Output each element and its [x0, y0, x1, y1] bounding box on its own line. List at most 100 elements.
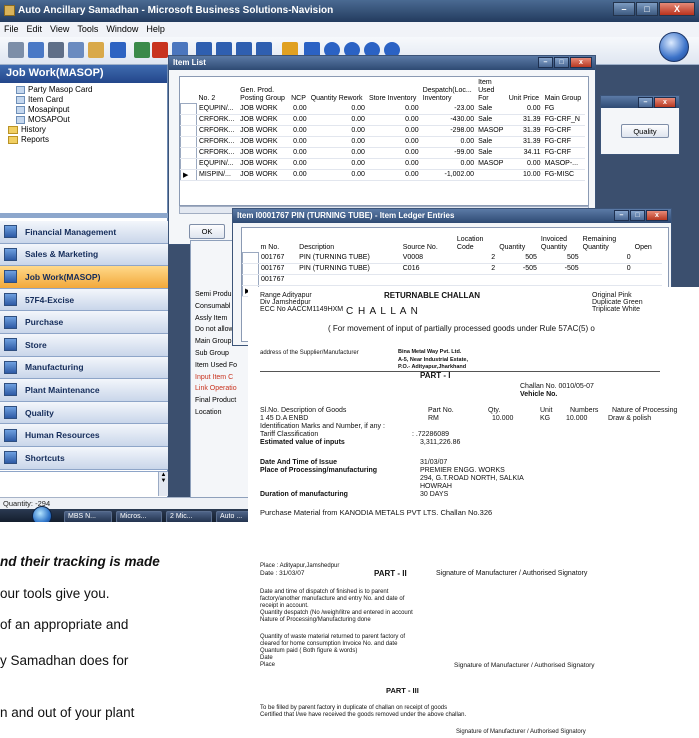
row-selector[interactable]: [180, 113, 197, 126]
row-selector[interactable]: [180, 146, 197, 159]
module-purchase[interactable]: Purchase: [0, 311, 168, 334]
col-item-used-for[interactable]: Item Used For: [476, 77, 507, 103]
cell-despatch: 0.00: [420, 136, 477, 148]
tree-item-mosapinput[interactable]: Mosapinput: [8, 105, 167, 115]
window-titlebar[interactable]: Auto Ancillary Samadhan - Microsoft Busi…: [0, 0, 699, 22]
row-selector[interactable]: [242, 251, 259, 264]
col-gen-prod[interactable]: Gen. Prod. Posting Group: [238, 77, 289, 103]
close-button[interactable]: X: [659, 2, 695, 16]
col-despatch[interactable]: Despatch(Loc... Inventory: [421, 77, 476, 103]
start-button[interactable]: [32, 506, 52, 522]
table-row[interactable]: EQUPIN/... JOB WORK 0.00 0.00 0.00 0.00 MASOP 0…: [180, 157, 585, 170]
table-row[interactable]: CRFORK... JOB WORK 0.00 0.00 0.00 -430.00 Sale…: [180, 113, 585, 126]
tree-folder-reports[interactable]: Reports: [8, 135, 167, 145]
table-row[interactable]: EQUPIN/... JOB WORK 0.00 0.00 0.00 -23.00 Sale…: [180, 102, 585, 115]
col-location-code[interactable]: Location Code: [455, 228, 497, 252]
tree-item-party-masop-card[interactable]: Party Masop Card: [8, 85, 167, 95]
col-item-no[interactable]: m No.: [259, 228, 298, 252]
col-store-inventory[interactable]: Store Inventory: [367, 77, 421, 103]
col-unit-price[interactable]: Unit Price: [507, 77, 543, 103]
col-open[interactable]: Open: [633, 228, 662, 252]
item-list-close[interactable]: x: [570, 57, 592, 68]
article-line-4: y Samadhan does for: [0, 653, 129, 668]
undo-icon[interactable]: [110, 42, 126, 58]
table-row[interactable]: 001767 PIN (TURNING TUBE) C016 2 -505 -505 0: [242, 262, 662, 275]
module-label: Human Resources: [25, 430, 100, 441]
module-job-work-masop[interactable]: Job Work(MASOP): [0, 266, 168, 289]
side-window-minimize[interactable]: –: [638, 97, 653, 108]
col-source-no[interactable]: Source No.: [401, 228, 455, 252]
side-window-title[interactable]: – x: [601, 96, 679, 108]
module-plant-maintenance[interactable]: Plant Maintenance: [0, 379, 168, 402]
table-row[interactable]: 001767: [242, 273, 662, 286]
row-selector[interactable]: [180, 124, 197, 137]
tree-item-mosapout[interactable]: MOSAPOut: [8, 115, 167, 125]
menu-file[interactable]: File: [4, 24, 19, 37]
module-human-resources[interactable]: Human Resources: [0, 424, 168, 447]
find-icon[interactable]: [134, 42, 150, 58]
copy-icon[interactable]: [68, 42, 84, 58]
row-selector[interactable]: [242, 262, 259, 275]
menu-window[interactable]: Window: [106, 24, 138, 37]
col-invoiced-qty[interactable]: Invoiced Quantity: [539, 228, 581, 252]
part-2-signature-2: Signature of Manufacturer / Authorised S…: [454, 662, 595, 669]
side-window-close[interactable]: x: [654, 97, 676, 108]
table-row[interactable]: CRFORK... JOB WORK 0.00 0.00 0.00 0.00 Sale 31.…: [180, 135, 585, 148]
menu-edit[interactable]: Edit: [27, 24, 43, 37]
ledger-minimize[interactable]: –: [614, 210, 629, 221]
table-row[interactable]: CRFORK... JOB WORK 0.00 0.00 0.00 -298.00 MASO…: [180, 124, 585, 137]
taskbar-item-microsoft[interactable]: Micros...: [116, 511, 162, 522]
module-57f4-excise[interactable]: 57F4-Excise: [0, 288, 168, 312]
menu-view[interactable]: View: [50, 24, 69, 37]
col-quantity-rework[interactable]: Quantity Rework: [309, 77, 367, 103]
item-list-minimize[interactable]: –: [538, 57, 553, 68]
module-financial-management[interactable]: Financial Management: [0, 221, 168, 244]
taskbar-item-auto[interactable]: Auto ...: [216, 511, 250, 522]
quality-tab[interactable]: Quality: [621, 124, 669, 138]
module-quality[interactable]: Quality: [0, 401, 168, 425]
table-row[interactable]: 001767 PIN (TURNING TUBE) V0008 2 505 505 0: [242, 251, 662, 264]
minimize-button[interactable]: –: [613, 2, 635, 16]
table-row[interactable]: CRFORK... JOB WORK 0.00 0.00 0.00 -99.00 Sale 3…: [180, 146, 585, 159]
pane-splitter[interactable]: [0, 213, 168, 218]
col-ncp[interactable]: NCP: [289, 77, 309, 103]
module-sales-marketing[interactable]: Sales & Marketing: [0, 243, 168, 267]
taskbar-item-mbs[interactable]: MBS N...: [64, 511, 112, 522]
row-selector[interactable]: [180, 157, 197, 170]
row-selector[interactable]: ▶: [180, 168, 197, 181]
cell-qty-rework: 0.00: [308, 169, 367, 181]
item-list-title[interactable]: Item List – □ x: [169, 56, 595, 70]
tree-item-item-card[interactable]: Item Card: [8, 95, 167, 105]
item-list-maximize[interactable]: □: [554, 57, 569, 68]
preview-icon[interactable]: [28, 42, 44, 58]
taskbar-item-2-microsoft[interactable]: 2 Mic...: [166, 511, 212, 522]
row-selector[interactable]: [180, 135, 197, 148]
ledger-close[interactable]: x: [646, 210, 668, 221]
module-shortcuts[interactable]: Shortcuts: [0, 446, 168, 470]
paste-icon[interactable]: [88, 42, 104, 58]
menu-tools[interactable]: Tools: [77, 24, 98, 37]
ledger-title[interactable]: Item I0001767 PIN (TURNING TUBE) - Item …: [233, 209, 671, 223]
menu-help[interactable]: Help: [146, 24, 165, 37]
table-row-nature: Draw & polish: [608, 415, 652, 422]
col-no2[interactable]: No. 2: [197, 77, 239, 103]
ledger-maximize[interactable]: □: [630, 210, 645, 221]
table-row[interactable]: ▶ MISPIN/... JOB WORK 0.00 0.00 0.00 -1,002.00…: [180, 168, 585, 181]
module-store[interactable]: Store: [0, 333, 168, 357]
module-manufacturing[interactable]: Manufacturing: [0, 356, 168, 380]
ok-button[interactable]: OK: [189, 224, 225, 239]
col-remaining-qty[interactable]: Remaining Quantity: [581, 228, 633, 252]
row-selector[interactable]: [180, 102, 197, 115]
col-main-group[interactable]: Main Group: [543, 77, 585, 103]
col-description[interactable]: Description: [297, 228, 401, 252]
tree-folder-history[interactable]: History: [8, 125, 167, 135]
col-quantity[interactable]: Quantity: [497, 228, 539, 252]
shortcut-scrollbar[interactable]: ▲ ▼: [158, 472, 168, 496]
delete-icon[interactable]: [152, 42, 168, 58]
cut-icon[interactable]: [48, 42, 64, 58]
row-selector[interactable]: [242, 273, 259, 286]
print-icon[interactable]: [8, 42, 24, 58]
part-2-signature: Signature of Manufacturer / Authorised S…: [436, 570, 588, 577]
waste-line-3: Quantum paid ( Both figure & words): [260, 648, 358, 654]
maximize-button[interactable]: □: [636, 2, 658, 16]
